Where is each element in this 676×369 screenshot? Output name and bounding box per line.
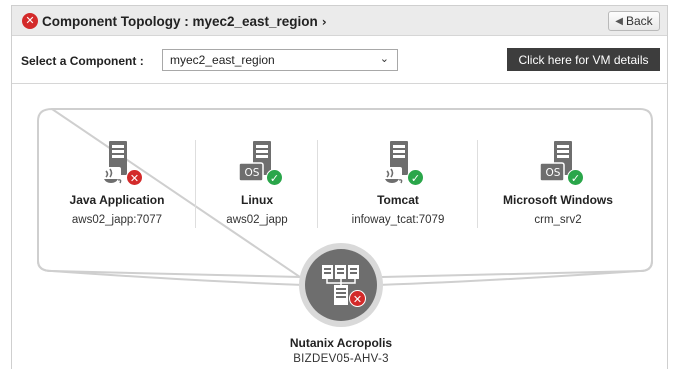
error-status-icon: ✕ <box>22 13 38 29</box>
component-host: crm_srv2 <box>534 214 582 226</box>
component-host: aws02_japp:7077 <box>71 214 163 226</box>
java-server-icon: ✕ <box>95 139 143 187</box>
hypervisor-icon <box>305 249 377 321</box>
hypervisor-name: Nutanix Acropolis <box>289 336 393 350</box>
error-badge-icon: ✕ <box>126 169 143 186</box>
os-server-icon: OS ✓ <box>235 139 283 187</box>
divider <box>477 140 478 228</box>
component-name: Linux <box>241 193 273 207</box>
chevron-right-icon[interactable]: › <box>322 15 327 29</box>
hypervisor-host: BIZDEV05-AHV-3 <box>293 353 389 365</box>
ok-badge-icon: ✓ <box>407 169 424 186</box>
component-name: Tomcat <box>377 193 419 207</box>
topology-canvas: ✕ Java Application aws02_japp:7077 OS ✓ … <box>12 85 667 369</box>
java-server-icon: ✓ <box>376 139 424 187</box>
chevron-down-icon: ⌄ <box>379 52 389 65</box>
component-name: Microsoft Windows <box>503 193 613 207</box>
hypervisor-node[interactable]: ✕ <box>299 243 383 327</box>
component-select-value: myec2_east_region <box>170 53 275 67</box>
os-server-icon: OS ✓ <box>536 139 584 187</box>
back-button-label: Back <box>626 14 653 28</box>
topology-panel: ✕ Component Topology : myec2_east_region… <box>11 5 668 369</box>
back-button[interactable]: ◀ Back <box>608 11 660 31</box>
error-badge-icon: ✕ <box>349 290 366 307</box>
component-select-label: Select a Component : <box>21 54 144 68</box>
component-tomcat[interactable]: ✓ Tomcat infoway_tcat:7079 <box>323 139 473 226</box>
component-selector-row: Select a Component : myec2_east_region ⌄… <box>12 36 667 84</box>
back-arrow-icon: ◀ <box>615 15 623 27</box>
os-label: OS <box>545 167 561 179</box>
vm-details-button[interactable]: Click here for VM details <box>507 48 660 71</box>
component-java-application[interactable]: ✕ Java Application aws02_japp:7077 <box>42 139 192 226</box>
panel-header: ✕ Component Topology : myec2_east_region… <box>12 6 667 36</box>
page-title-text: Component Topology : myec2_east_region <box>42 14 318 29</box>
component-select[interactable]: myec2_east_region ⌄ <box>162 49 398 71</box>
component-linux[interactable]: OS ✓ Linux aws02_japp <box>182 139 332 226</box>
os-label: OS <box>244 167 260 179</box>
page-title: Component Topology : myec2_east_region › <box>42 14 327 29</box>
ok-badge-icon: ✓ <box>266 169 283 186</box>
component-name: Java Application <box>69 193 165 207</box>
component-host: infoway_tcat:7079 <box>351 214 445 226</box>
component-host: aws02_japp <box>226 214 288 226</box>
component-microsoft-windows[interactable]: OS ✓ Microsoft Windows crm_srv2 <box>483 139 633 226</box>
ok-badge-icon: ✓ <box>567 169 584 186</box>
